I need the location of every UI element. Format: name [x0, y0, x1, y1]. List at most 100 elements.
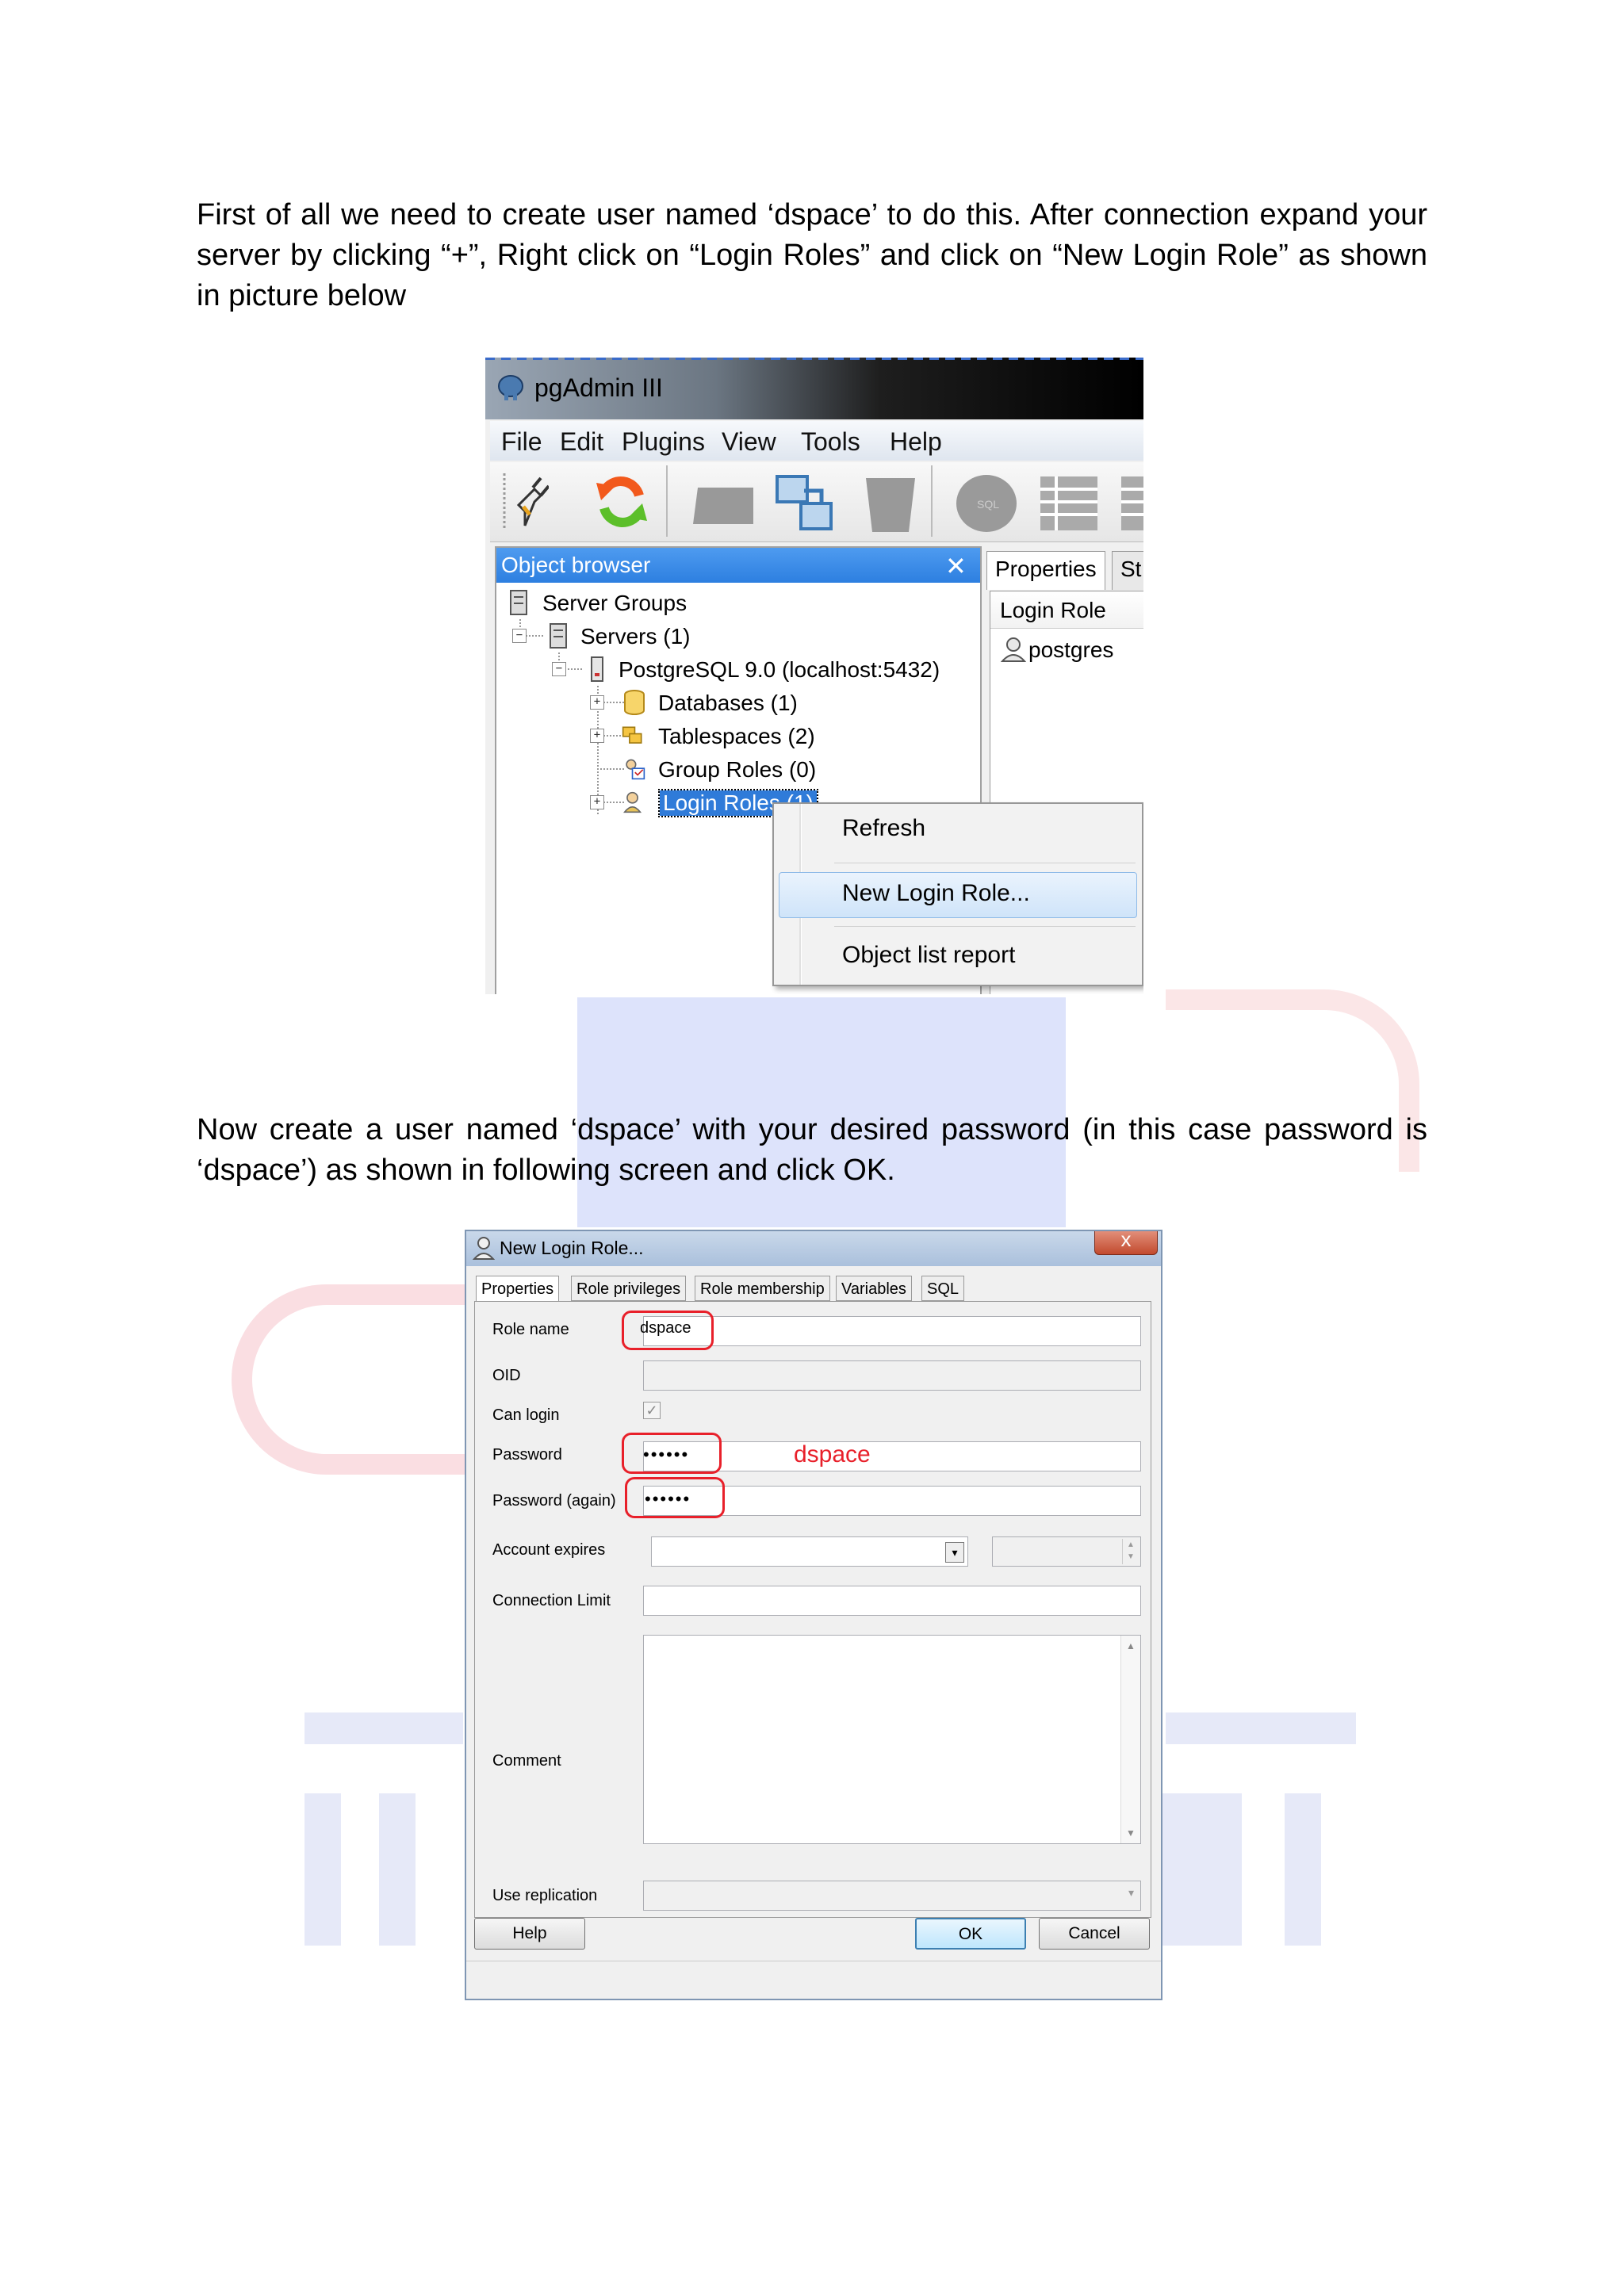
expand-icon[interactable]: + — [590, 695, 604, 710]
tab-properties[interactable]: Properties — [986, 551, 1105, 590]
collapse-icon[interactable]: − — [552, 662, 566, 676]
account-expires-date[interactable]: ▾ — [651, 1536, 968, 1567]
instruction-paragraph: Now create a user named ‘dspace’ with yo… — [197, 1113, 1427, 1187]
group-roles-icon — [626, 759, 645, 780]
label-oid: OID — [492, 1367, 521, 1384]
view-data-icon[interactable] — [1037, 473, 1101, 534]
role-name-input[interactable] — [643, 1316, 1141, 1346]
watermark-letters-left-bars2 — [379, 1793, 416, 1946]
server-icon — [591, 656, 603, 682]
new-login-role-dialog: New Login Role... x Properties Role priv… — [465, 1230, 1162, 2000]
server-group-icon — [510, 590, 527, 615]
collapse-icon[interactable]: − — [512, 629, 527, 643]
status-bar — [466, 1961, 1161, 1999]
drop-object-icon[interactable] — [863, 472, 918, 535]
create-object-icon[interactable] — [772, 470, 839, 537]
login-role-icon — [623, 791, 642, 813]
elephant-icon — [498, 375, 523, 400]
label-password-again: Password (again) — [492, 1492, 616, 1510]
tablespace-icon — [622, 726, 642, 744]
help-button[interactable]: Help — [474, 1918, 585, 1950]
menu-bar: File Edit Plugins View Tools Help — [490, 421, 1143, 461]
label-use-replication: Use replication — [492, 1887, 598, 1904]
sql-query-icon[interactable]: SQL — [953, 473, 1021, 535]
toolbar: SQL — [490, 462, 1143, 542]
context-menu: Refresh New Login Role... Object list re… — [772, 802, 1143, 986]
tab-properties[interactable]: Properties — [476, 1276, 560, 1301]
watermark-letters-left — [304, 1712, 463, 1744]
tree-item-tablespaces[interactable]: Tablespaces (2) — [658, 724, 815, 749]
cancel-button[interactable]: Cancel — [1039, 1918, 1150, 1950]
oid-input[interactable] — [643, 1360, 1141, 1391]
label-account-expires: Account expires — [492, 1541, 606, 1559]
menu-help[interactable]: Help — [890, 427, 942, 457]
expand-icon[interactable]: + — [590, 729, 604, 743]
list-item-postgres[interactable]: postgres — [1028, 637, 1113, 663]
highlight-password-again — [625, 1477, 725, 1518]
tab-role-membership[interactable]: Role membership — [695, 1276, 830, 1301]
ok-button[interactable]: OK — [915, 1918, 1026, 1950]
tab-role-privileges[interactable]: Role privileges — [571, 1276, 687, 1301]
menu-item-object-list-report[interactable]: Object list report — [842, 942, 1015, 969]
watermark-letters-right-bars2 — [1285, 1793, 1321, 1946]
refresh-icon[interactable] — [592, 472, 652, 532]
highlight-role-name — [622, 1311, 714, 1350]
object-browser-title: Object browser — [501, 553, 651, 577]
tree-item-servers[interactable]: Servers (1) — [580, 624, 690, 649]
menu-file[interactable]: File — [501, 427, 542, 457]
close-icon[interactable]: ✕ — [945, 551, 967, 581]
watermark-arc — [232, 1284, 469, 1475]
object-browser-header: Object browser ✕ — [496, 548, 980, 583]
label-can-login: Can login — [492, 1406, 560, 1424]
properties-pane: Role name dspace OID Can login ✓ Passwor… — [474, 1301, 1151, 1918]
menu-item-new-login-role[interactable]: New Login Role... — [842, 880, 1030, 907]
tab-statistics[interactable]: St — [1112, 551, 1143, 590]
properties-icon[interactable] — [693, 480, 760, 529]
label-comment: Comment — [492, 1752, 561, 1770]
watermark-letters-right-bars — [1162, 1793, 1242, 1946]
password-annotation: dspace — [794, 1441, 871, 1468]
scrollbar[interactable]: ▲ ▼ — [1120, 1636, 1140, 1843]
connection-limit-input[interactable] — [643, 1586, 1141, 1616]
close-button[interactable]: x — [1094, 1231, 1158, 1255]
tab-sql[interactable]: SQL — [921, 1276, 965, 1301]
menu-plugins[interactable]: Plugins — [622, 427, 705, 457]
dialog-titlebar: New Login Role... — [466, 1231, 1161, 1266]
connect-plug-icon[interactable] — [501, 470, 549, 534]
tree-item-group-roles[interactable]: Group Roles (0) — [658, 757, 816, 783]
watermark-letters-left-bars — [304, 1793, 341, 1946]
user-icon — [1000, 637, 1027, 662]
label-password: Password — [492, 1446, 562, 1464]
highlight-password — [622, 1433, 722, 1474]
app-title: pgAdmin III — [534, 373, 663, 402]
column-header-login-role[interactable]: Login Role — [1000, 598, 1106, 623]
use-replication-select[interactable]: ▾ — [643, 1881, 1141, 1911]
tree-item-server-groups[interactable]: Server Groups — [542, 591, 687, 616]
intro-paragraph: First of all we need to create user name… — [197, 198, 1427, 312]
can-login-checkbox[interactable]: ✓ — [643, 1402, 661, 1419]
pgadmin-screenshot: pgAdmin III File Edit Plugins View Tools… — [485, 358, 1143, 994]
tree-item-databases[interactable]: Databases (1) — [658, 691, 798, 716]
chevron-down-icon[interactable]: ▾ — [945, 1542, 964, 1563]
menu-view[interactable]: View — [722, 427, 776, 457]
svg-text:SQL: SQL — [977, 498, 999, 511]
expand-icon[interactable]: + — [590, 795, 604, 809]
menu-tools[interactable]: Tools — [801, 427, 860, 457]
account-expires-time[interactable]: ▲ ▼ — [992, 1536, 1141, 1567]
label-role-name: Role name — [492, 1321, 569, 1338]
chevron-down-icon: ▾ — [1128, 1886, 1134, 1899]
watermark-letters-right — [1166, 1712, 1356, 1744]
filtered-data-icon[interactable] — [1118, 473, 1143, 534]
label-connection-limit: Connection Limit — [492, 1592, 611, 1609]
spin-icon[interactable]: ▲ ▼ — [1122, 1539, 1139, 1564]
database-icon — [624, 690, 645, 715]
comment-textarea[interactable]: ▲ ▼ — [643, 1635, 1141, 1844]
tree-item-postgresql-server[interactable]: PostgreSQL 9.0 (localhost:5432) — [619, 657, 940, 683]
menu-edit[interactable]: Edit — [560, 427, 603, 457]
menu-item-refresh[interactable]: Refresh — [842, 815, 925, 842]
window-titlebar: pgAdmin III — [485, 358, 1143, 419]
tab-variables[interactable]: Variables — [836, 1276, 912, 1301]
servers-icon — [550, 623, 567, 649]
dialog-title: New Login Role... — [500, 1238, 644, 1258]
user-icon — [473, 1237, 495, 1260]
